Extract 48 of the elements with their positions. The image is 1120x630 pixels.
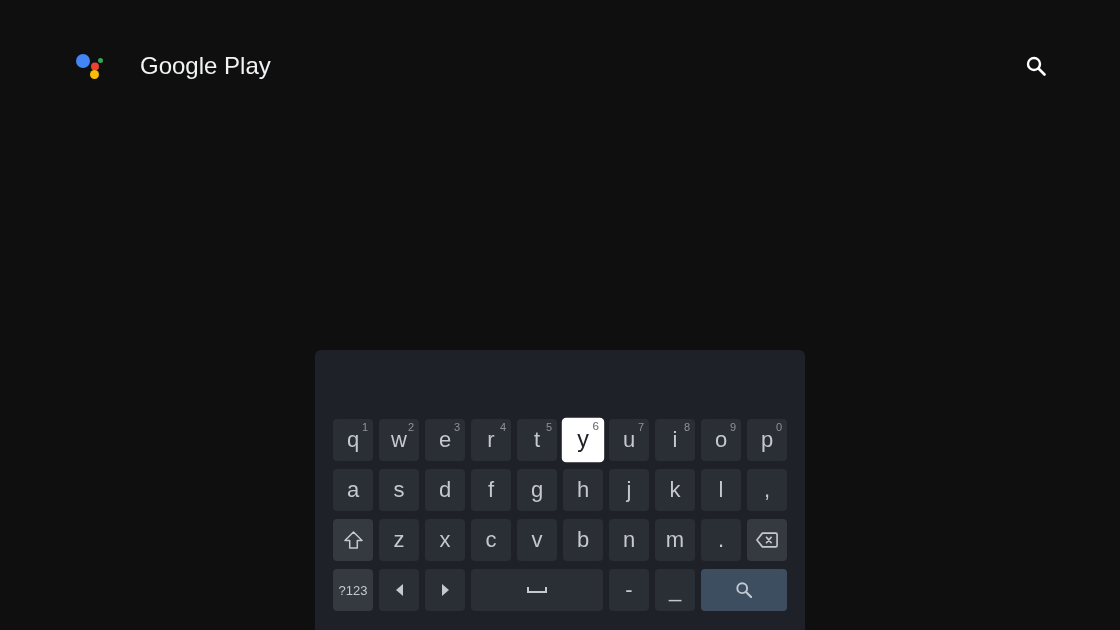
symbols-key[interactable]: ?123 <box>333 569 373 611</box>
keyboard-key[interactable]: _ <box>655 569 695 611</box>
left-triangle-icon <box>395 584 403 596</box>
keyboard-key[interactable]: v <box>517 519 557 561</box>
keyboard-key[interactable]: , <box>747 469 787 511</box>
number-hint: 4 <box>499 421 506 433</box>
number-hint: 7 <box>637 421 644 433</box>
keyboard-key[interactable]: k <box>655 469 695 511</box>
keyboard-key[interactable]: . <box>701 519 741 561</box>
keyboard-key[interactable]: s <box>379 469 419 511</box>
app-title: Google Play <box>140 52 271 80</box>
keyboard-key[interactable]: x <box>425 519 465 561</box>
keyboard-key[interactable]: m <box>655 519 695 561</box>
number-hint: 8 <box>683 421 690 433</box>
keyboard-key[interactable]: t 5 <box>517 419 557 461</box>
number-hint: 9 <box>729 421 736 433</box>
search-icon[interactable] <box>1026 56 1046 76</box>
keyboard-key[interactable]: z <box>379 519 419 561</box>
keyboard-key[interactable]: b <box>563 519 603 561</box>
search-key[interactable] <box>701 569 787 611</box>
number-hint: 2 <box>407 421 414 433</box>
keyboard-key[interactable]: h <box>563 469 603 511</box>
assistant-dots-icon <box>76 53 103 79</box>
cursor-left-key[interactable] <box>379 569 419 611</box>
cursor-right-key[interactable] <box>425 569 465 611</box>
number-hint: 0 <box>775 421 782 433</box>
number-hint: 5 <box>545 421 552 433</box>
keyboard-key[interactable]: f <box>471 469 511 511</box>
backspace-icon <box>756 532 778 548</box>
shift-key[interactable] <box>333 519 373 561</box>
keyboard-key[interactable]: i 8 <box>655 419 695 461</box>
right-triangle-icon <box>441 584 449 596</box>
keyboard-key[interactable]: n <box>609 519 649 561</box>
number-hint: 6 <box>592 419 599 433</box>
number-hint: 3 <box>453 421 460 433</box>
backspace-key[interactable] <box>747 519 787 561</box>
keyboard-key[interactable]: - <box>609 569 649 611</box>
keyboard-key[interactable]: d <box>425 469 465 511</box>
keyboard-key[interactable]: g <box>517 469 557 511</box>
keyboard-key[interactable]: c <box>471 519 511 561</box>
space-bar-icon <box>527 587 547 593</box>
keyboard-key[interactable]: j <box>609 469 649 511</box>
keyboard-key[interactable]: a <box>333 469 373 511</box>
up-arrow-icon <box>343 531 363 549</box>
number-hint: 1 <box>361 421 368 433</box>
keyboard-key[interactable]: r 4 <box>471 419 511 461</box>
search-icon <box>736 582 752 598</box>
keyboard-key[interactable]: l <box>701 469 741 511</box>
